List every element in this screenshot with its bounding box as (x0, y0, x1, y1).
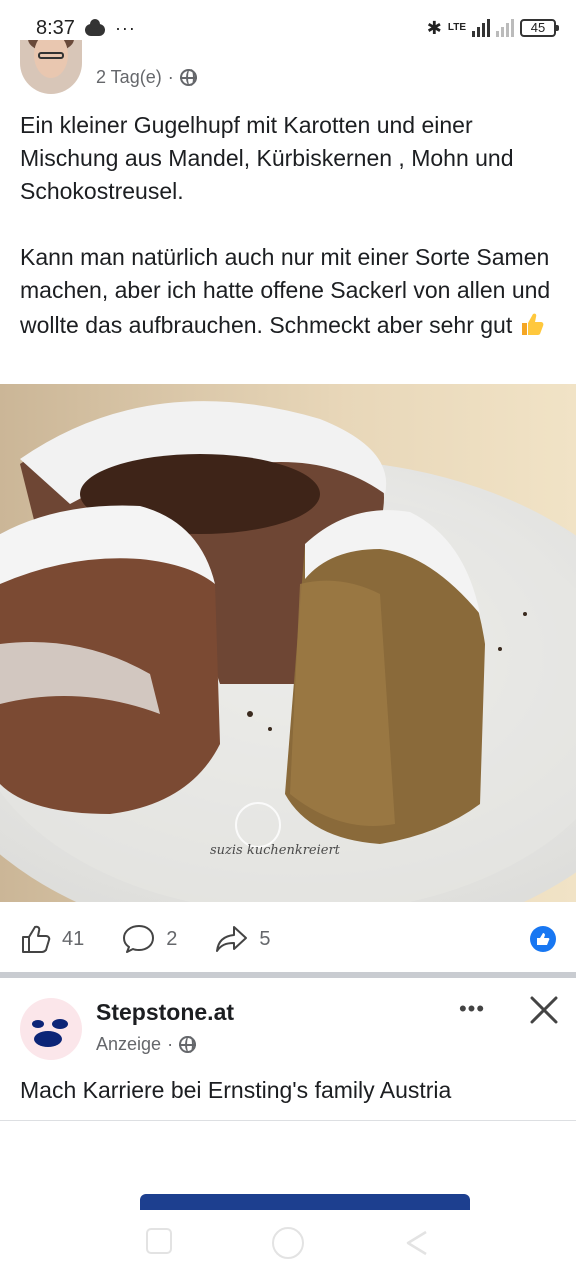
ad-header: Stepstone.at Anzeige · ••• (0, 990, 576, 1070)
ad-advertiser-name[interactable]: Stepstone.at (96, 999, 234, 1026)
close-icon[interactable] (526, 992, 562, 1028)
avatar-face (34, 40, 68, 78)
post-image[interactable]: suzis kuchenkreiert (0, 384, 576, 902)
more-icon[interactable]: ••• (452, 996, 492, 1026)
post-paragraph-2-text: Kann man natürlich auch nur mit einer So… (20, 244, 551, 338)
separator-dot: · (167, 67, 174, 87)
post-text: Ein kleiner Gugelhupf mit Karotten und e… (20, 109, 560, 342)
cake-photo: suzis kuchenkreiert (0, 384, 576, 902)
like-count: 41 (62, 927, 85, 950)
post-divider (0, 972, 576, 978)
like-icon (22, 925, 51, 953)
stepstone-logo (32, 1019, 68, 1047)
like-badge-thumb (537, 933, 550, 945)
share-count: 5 (259, 927, 271, 950)
separator-dot: · (167, 1034, 174, 1054)
status-right: ✱ LTE 45 (426, 17, 559, 39)
bluetooth-icon: ✱ (426, 17, 442, 38)
post-paragraph-2: Kann man natürlich auch nur mit einer So… (20, 241, 560, 342)
post-paragraph-1: Ein kleiner Gugelhupf mit Karotten und e… (20, 112, 514, 204)
home-icon[interactable] (272, 1227, 304, 1259)
comment-icon (123, 925, 155, 953)
post-meta: 2 Tag(e) · (96, 67, 197, 88)
reactions-bar: 41 2 5 (0, 910, 576, 968)
ad-banner-partial[interactable] (140, 1186, 470, 1210)
status-more: ··· (114, 17, 136, 38)
battery-level: 45 (530, 20, 546, 35)
recent-apps-icon[interactable] (146, 1228, 172, 1254)
signal-icon (472, 19, 490, 37)
network-type: LTE (447, 22, 466, 33)
comment-button[interactable]: 2 (122, 923, 177, 955)
share-button[interactable]: 5 (215, 923, 271, 955)
like-badge-icon (530, 926, 556, 952)
globe-icon (179, 1036, 197, 1053)
thumbs-up-emoji-icon (521, 313, 544, 335)
post-header: 2 Tag(e) · (0, 40, 576, 100)
cloud-icon (84, 19, 105, 36)
battery-icon: 45 (520, 19, 559, 37)
ad-divider (0, 1120, 576, 1121)
ad-logo[interactable] (20, 998, 82, 1060)
photo-watermark: suzis kuchenkreiert (210, 843, 341, 858)
status-left: 8:37 ··· (36, 17, 136, 40)
close-x (530, 996, 558, 1024)
ad-text: Mach Karriere bei Ernsting's family Aust… (20, 1077, 452, 1103)
share-icon (216, 926, 248, 952)
signal-2-icon (496, 19, 514, 37)
avatar-glasses (38, 52, 64, 59)
back-icon[interactable] (402, 1228, 432, 1258)
status-time: 8:37 (36, 16, 75, 39)
android-nav-bar (0, 1210, 576, 1280)
globe-icon (179, 69, 197, 86)
post-time[interactable]: 2 Tag(e) (96, 67, 162, 88)
comment-count: 2 (166, 927, 178, 950)
author-avatar[interactable] (20, 40, 82, 94)
ad-meta: Anzeige · (96, 1034, 197, 1055)
like-button[interactable]: 41 (20, 923, 84, 955)
ad-label: Anzeige (96, 1034, 162, 1054)
